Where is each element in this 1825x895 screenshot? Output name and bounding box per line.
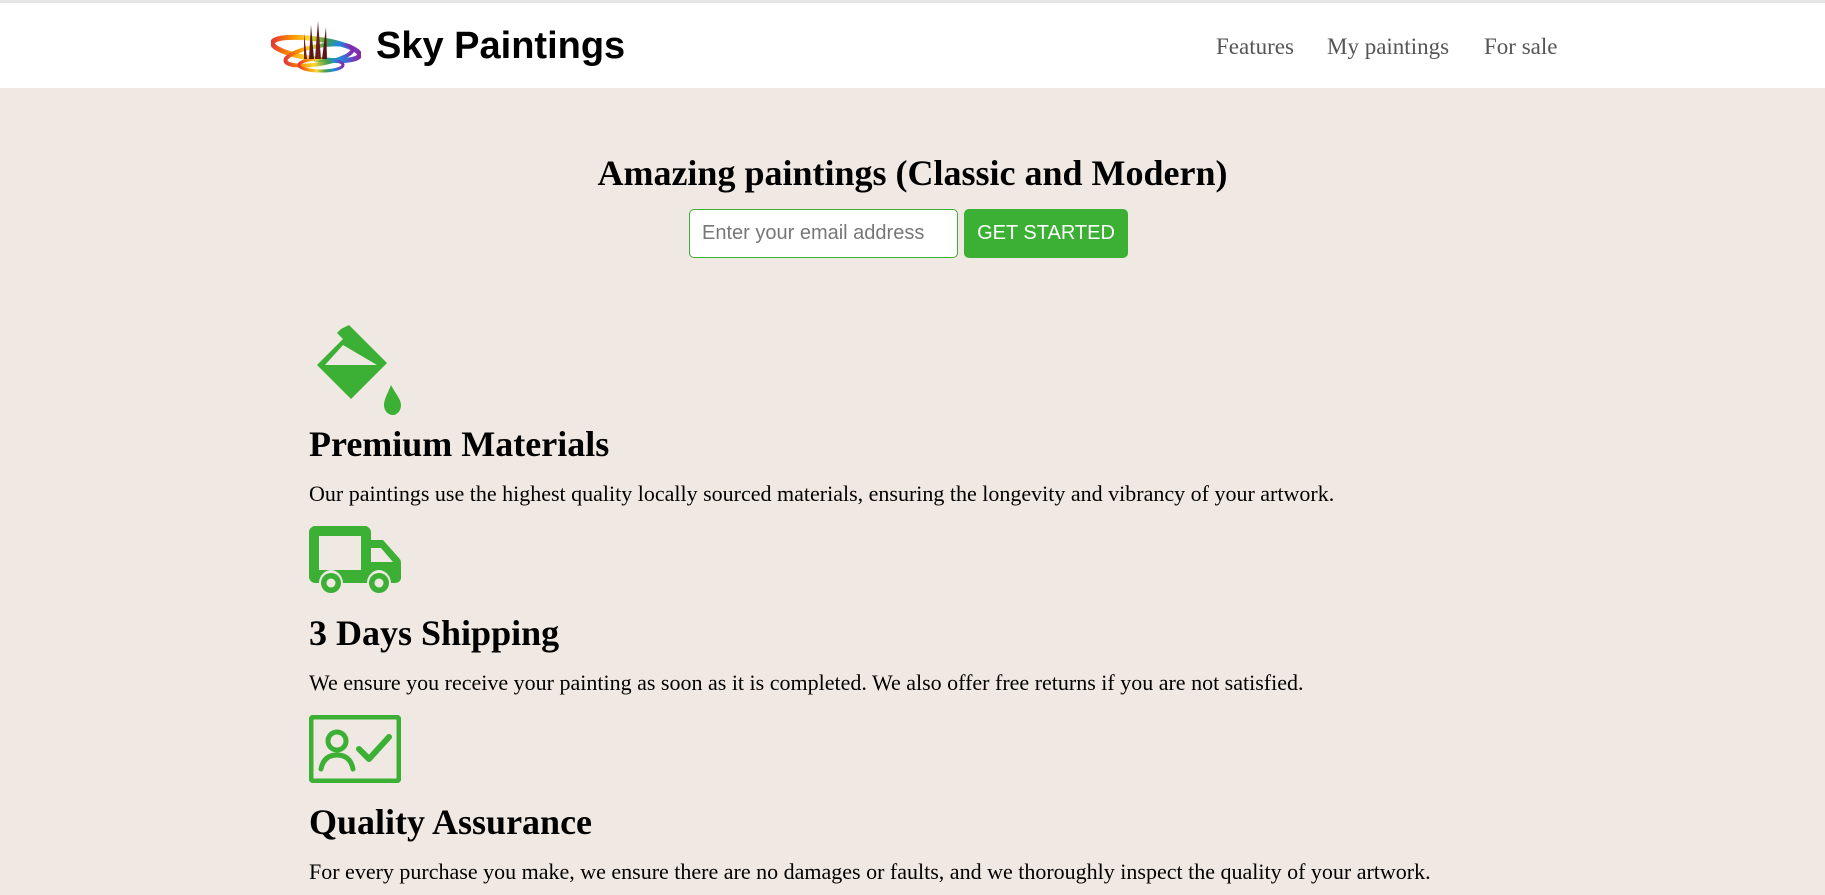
nav-link-my-paintings[interactable]: My paintings bbox=[1327, 33, 1449, 61]
feature-text-quality-assurance: For every purchase you make, we ensure t… bbox=[309, 859, 1431, 884]
email-input[interactable] bbox=[689, 209, 958, 258]
nav-link-for-sale[interactable]: For sale bbox=[1484, 33, 1557, 61]
feature-title-shipping: 3 Days Shipping bbox=[309, 613, 560, 653]
id-card-check-icon bbox=[309, 715, 401, 783]
feature-text-premium-materials: Our paintings use the highest quality lo… bbox=[309, 481, 1335, 506]
brand-name: Sky Paintings bbox=[376, 25, 626, 67]
paint-bucket-icon bbox=[317, 325, 401, 415]
truck-icon bbox=[309, 526, 401, 593]
feature-text-shipping: We ensure you receive your painting as s… bbox=[309, 670, 1304, 695]
hero-title: Amazing paintings (Classic and Modern) bbox=[597, 153, 1228, 193]
palette-logo-icon[interactable] bbox=[271, 19, 361, 77]
get-started-button[interactable]: GET STARTED bbox=[964, 209, 1128, 258]
site-header: Sky Paintings Features My paintings For … bbox=[0, 0, 1825, 88]
feature-title-quality-assurance: Quality Assurance bbox=[309, 802, 593, 842]
feature-title-premium-materials: Premium Materials bbox=[309, 424, 610, 464]
nav-link-features[interactable]: Features bbox=[1216, 33, 1294, 61]
